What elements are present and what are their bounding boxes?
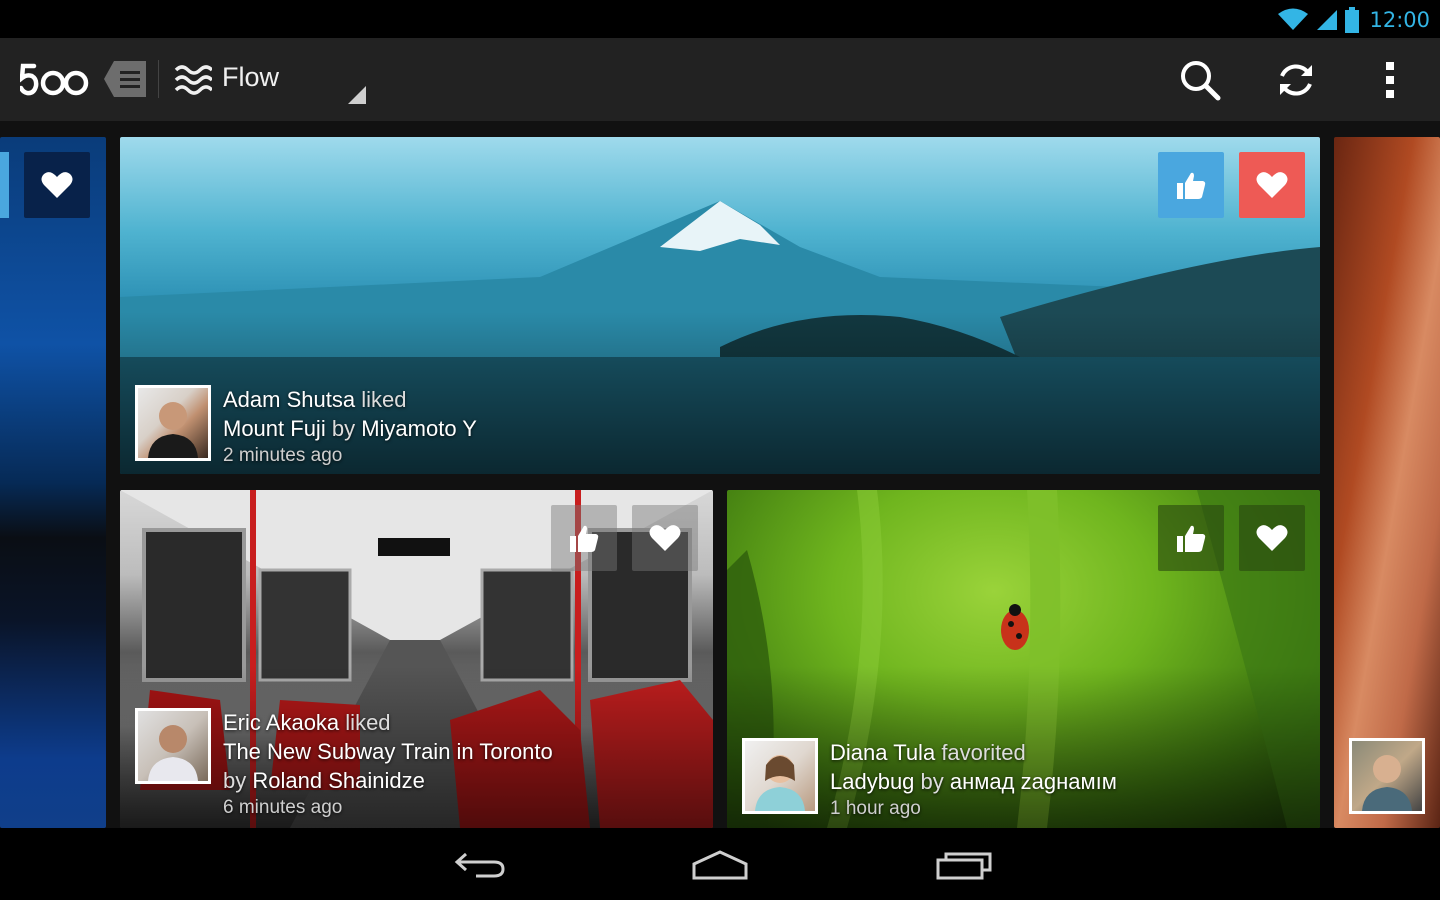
battery-icon bbox=[1345, 7, 1360, 33]
nav-spinner-title[interactable]: Flow bbox=[222, 62, 279, 93]
avatar[interactable] bbox=[135, 385, 211, 461]
heart-icon bbox=[41, 172, 73, 198]
avatar[interactable] bbox=[1349, 738, 1425, 814]
status-icons: 12:00 bbox=[1277, 6, 1430, 34]
photo-title[interactable]: The New Subway Train in Toronto bbox=[223, 737, 553, 766]
timestamp: 6 minutes ago bbox=[223, 797, 343, 818]
favorite-button[interactable] bbox=[1239, 152, 1305, 218]
user-portrait-icon bbox=[148, 725, 198, 781]
feed-card-mount-fuji[interactable]: Adam Shutsa liked Mount Fuji by Miyamoto… bbox=[120, 137, 1320, 474]
actor-name[interactable]: Eric Akaoka bbox=[223, 710, 339, 735]
back-icon bbox=[454, 852, 505, 878]
app-logo[interactable] bbox=[18, 60, 92, 100]
status-time: 12:00 bbox=[1369, 8, 1430, 32]
timestamp: 1 hour ago bbox=[830, 798, 921, 819]
overflow-menu-button[interactable] bbox=[1360, 52, 1420, 108]
search-icon bbox=[1181, 61, 1221, 101]
feed-card-peek-right[interactable] bbox=[1334, 137, 1440, 828]
refresh-button[interactable] bbox=[1266, 52, 1326, 108]
action-bar-divider bbox=[158, 60, 159, 98]
heart-icon bbox=[649, 525, 681, 551]
activity-info: Eric Akaoka liked The New Subway Train i… bbox=[135, 708, 553, 821]
heart-icon bbox=[1256, 525, 1288, 551]
by-label: by bbox=[331, 416, 356, 441]
like-button[interactable] bbox=[1158, 505, 1224, 571]
home-button[interactable] bbox=[680, 842, 760, 888]
recent-apps-button[interactable] bbox=[924, 842, 1004, 888]
home-icon bbox=[692, 850, 748, 880]
flow-icon bbox=[174, 65, 212, 95]
avatar[interactable] bbox=[135, 708, 211, 784]
status-bar: 12:00 bbox=[0, 0, 1440, 38]
actor-name[interactable]: Adam Shutsa bbox=[223, 387, 355, 412]
actor-name[interactable]: Diana Tula bbox=[830, 740, 935, 765]
thumbs-up-icon bbox=[1177, 525, 1206, 552]
user-portrait-icon bbox=[755, 755, 805, 811]
favorite-button[interactable] bbox=[24, 152, 90, 218]
back-button[interactable] bbox=[440, 842, 520, 888]
drawer-toggle-icon[interactable] bbox=[104, 61, 146, 97]
navigation-bar bbox=[0, 828, 1440, 900]
thumbs-up-icon bbox=[1177, 172, 1206, 199]
photographer-name[interactable]: Roland Shainidze bbox=[252, 768, 424, 793]
favorite-button[interactable] bbox=[632, 505, 698, 571]
user-portrait-icon bbox=[1362, 755, 1412, 811]
avatar[interactable] bbox=[742, 738, 818, 814]
activity-info: Adam Shutsa liked Mount Fuji by Miyamoto… bbox=[135, 385, 477, 469]
flow-feed[interactable]: Adam Shutsa liked Mount Fuji by Miyamoto… bbox=[0, 121, 1440, 828]
500px-logo-icon bbox=[18, 63, 89, 96]
like-button-partial[interactable] bbox=[0, 152, 9, 218]
refresh-icon bbox=[1280, 64, 1312, 96]
like-button[interactable] bbox=[1158, 152, 1224, 218]
feed-card-peek-left[interactable] bbox=[0, 137, 106, 828]
feed-card-subway[interactable]: Eric Akaoka liked The New Subway Train i… bbox=[120, 490, 713, 828]
activity-info: Diana Tula favorited Ladybug by анмад za… bbox=[742, 738, 1117, 822]
photographer-name[interactable]: Miyamoto Y bbox=[361, 416, 477, 441]
spinner-dropdown-icon[interactable] bbox=[348, 86, 366, 104]
activity-verb: liked bbox=[361, 387, 407, 412]
photographer-name[interactable]: анмад zagнамıм bbox=[950, 769, 1117, 794]
like-button[interactable] bbox=[551, 505, 617, 571]
recent-apps-icon bbox=[936, 852, 992, 880]
photo-title[interactable]: Ladybug bbox=[830, 769, 914, 794]
photo-title[interactable]: Mount Fuji bbox=[223, 416, 326, 441]
by-label: by bbox=[920, 769, 944, 794]
wifi-icon bbox=[1278, 8, 1309, 30]
heart-icon bbox=[1256, 172, 1288, 198]
activity-verb: liked bbox=[345, 710, 391, 735]
feed-card-ladybug[interactable]: Diana Tula favorited Ladybug by анмад za… bbox=[727, 490, 1320, 828]
search-button[interactable] bbox=[1170, 52, 1230, 108]
activity-verb: favorited bbox=[941, 740, 1026, 765]
by-label: by bbox=[223, 768, 247, 793]
user-portrait-icon bbox=[148, 402, 198, 458]
favorite-button[interactable] bbox=[1239, 505, 1305, 571]
cell-signal-icon bbox=[1317, 10, 1338, 30]
timestamp: 2 minutes ago bbox=[223, 445, 343, 466]
thumbs-up-icon bbox=[570, 525, 599, 552]
overflow-menu-icon bbox=[1386, 62, 1394, 98]
